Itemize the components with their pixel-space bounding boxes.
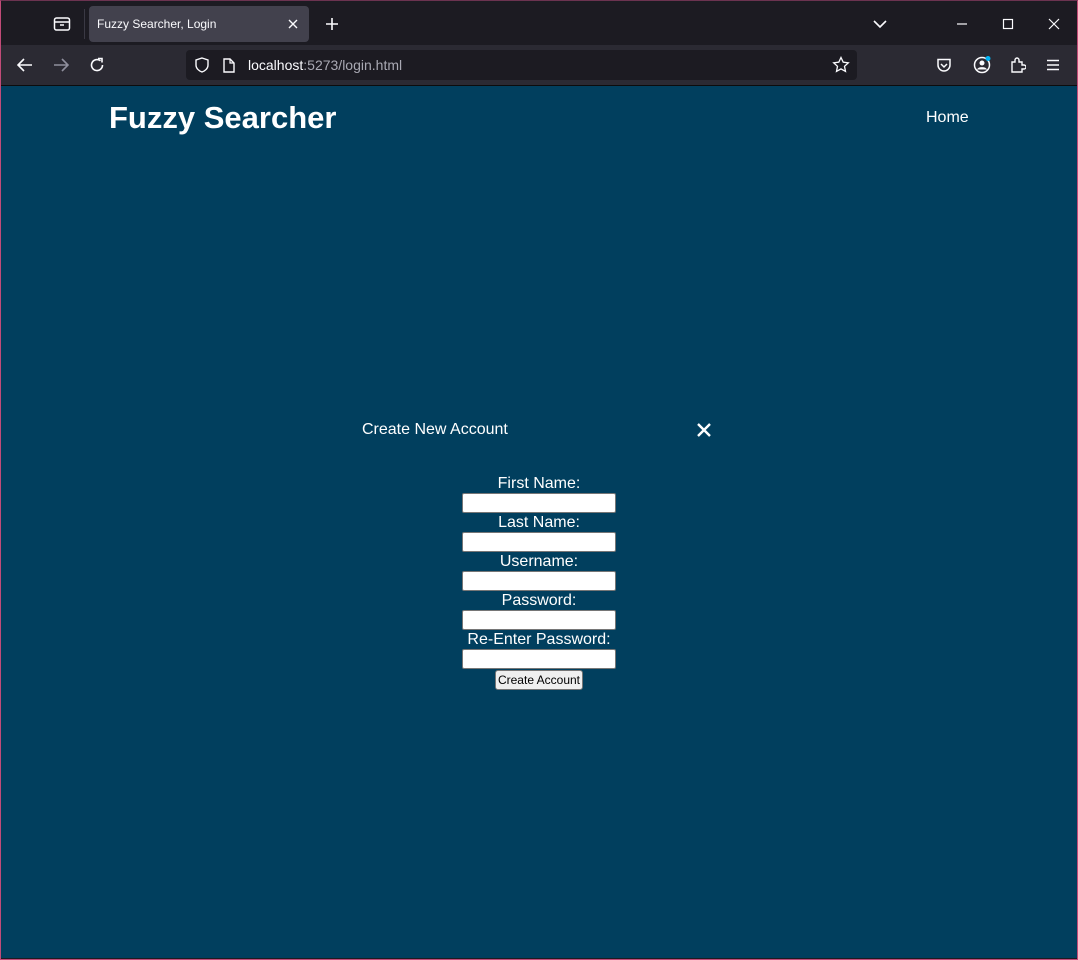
modal-title: Create New Account [362, 421, 508, 438]
chevron-down-icon[interactable] [867, 11, 893, 37]
page-content: Fuzzy Searcher Home Create New Account F… [1, 86, 1077, 958]
username-label: Username: [499, 553, 579, 570]
url-text: localhost:5273/login.html [248, 57, 402, 73]
page-icon[interactable] [219, 55, 239, 75]
last-name-label: Last Name: [498, 514, 580, 531]
extensions-icon[interactable] [1003, 50, 1033, 80]
reload-icon[interactable] [82, 50, 112, 80]
tab-active[interactable]: Fuzzy Searcher, Login [89, 6, 309, 42]
menu-icon[interactable] [1038, 50, 1068, 80]
nav-toolbar: localhost:5273/login.html [1, 45, 1077, 86]
last-name-field[interactable] [462, 532, 616, 552]
tab-close-icon[interactable] [285, 16, 301, 32]
minimize-icon[interactable] [945, 7, 979, 41]
close-window-icon[interactable] [1037, 7, 1071, 41]
password-field[interactable] [462, 610, 616, 630]
pocket-icon[interactable] [929, 50, 959, 80]
create-account-form: First Name: Last Name: Username: Passwor… [439, 474, 639, 690]
firefox-view-icon[interactable] [47, 9, 77, 39]
account-icon[interactable] [967, 50, 997, 80]
create-account-button[interactable]: Create Account [494, 670, 584, 690]
star-icon[interactable] [831, 55, 851, 75]
close-icon[interactable] [694, 420, 714, 440]
forward-arrow-icon[interactable] [46, 50, 76, 80]
reenter-password-label: Re-Enter Password: [467, 631, 611, 648]
reenter-password-field[interactable] [462, 649, 616, 669]
shield-icon[interactable] [192, 55, 212, 75]
first-name-label: First Name: [497, 475, 581, 492]
url-host: localhost [248, 57, 304, 73]
site-brand: Fuzzy Searcher [109, 100, 337, 135]
nav-home-link[interactable]: Home [926, 109, 969, 127]
tab-separator [84, 9, 85, 39]
back-arrow-icon[interactable] [10, 50, 40, 80]
password-label: Password: [501, 592, 577, 609]
tab-strip: Fuzzy Searcher, Login [1, 1, 1077, 45]
tab-title: Fuzzy Searcher, Login [97, 17, 217, 31]
url-path: :5273/login.html [303, 57, 403, 73]
first-name-field[interactable] [462, 493, 616, 513]
url-bar[interactable]: localhost:5273/login.html [186, 50, 857, 80]
new-tab-icon[interactable] [319, 11, 345, 37]
maximize-icon[interactable] [991, 7, 1025, 41]
username-field[interactable] [462, 571, 616, 591]
